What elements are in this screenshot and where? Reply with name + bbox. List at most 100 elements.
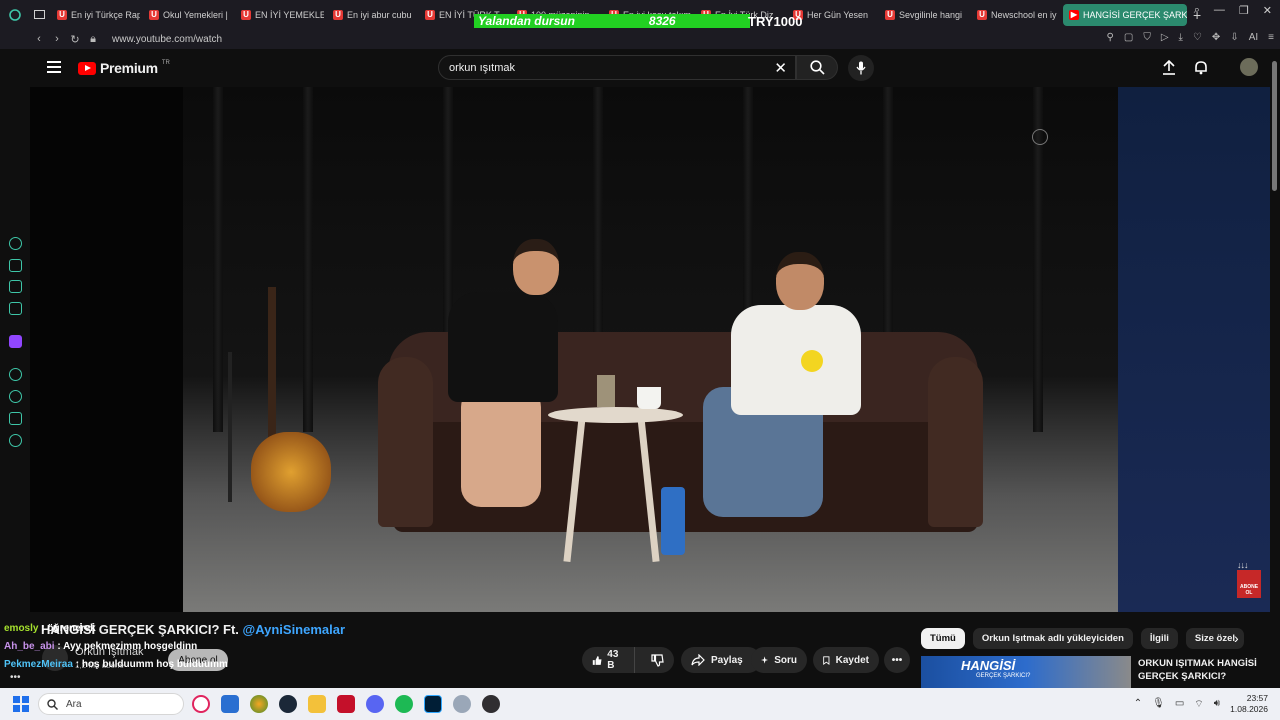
windows-taskbar: Ara ⌃ 🎙︎ ▭ ⌔ 🔊︎ 23:57 1.08.2026 [0, 688, 1280, 720]
search-icon [809, 60, 825, 75]
play-icon[interactable]: ▷ [1161, 32, 1169, 43]
volume-icon[interactable]: 🔊︎ [1214, 698, 1220, 711]
clear-search-icon[interactable]: ✕ [774, 59, 787, 77]
windows-start-icon[interactable] [13, 696, 29, 712]
lock-icon: 🔒︎ [90, 32, 96, 45]
window-controls: ⌕ — ❐ ✕ [1194, 4, 1272, 17]
twitch-icon[interactable] [9, 335, 22, 348]
browser-tab-active[interactable]: ▶ HANGİSİ GERÇEK ŞARK [1063, 3, 1187, 26]
messenger-icon[interactable] [9, 302, 22, 315]
channel-watermark-icon[interactable] [1032, 129, 1048, 145]
recommended-thumbnail[interactable]: HANGİSİ GERÇEK ŞARKICI? [921, 656, 1131, 688]
pin-icon[interactable]: ⚲ [1107, 32, 1114, 43]
mention-link[interactable]: @AyniSinemalar [243, 622, 346, 637]
heart-icon[interactable]: ♡ [1193, 32, 1202, 43]
share-icon [691, 654, 705, 666]
search-button[interactable] [796, 55, 838, 80]
dislike-button[interactable] [641, 647, 674, 673]
game-app-icon[interactable] [250, 695, 268, 713]
minimize-icon[interactable]: — [1214, 4, 1225, 17]
notifications-bell-icon[interactable] [1194, 60, 1208, 75]
browser-tab[interactable]: U En iyi Türkçe Rap [51, 4, 140, 26]
donation-alert-bar: Yalandan dursun 8326 [474, 14, 750, 28]
browser-tab[interactable]: U Newschool en iy [971, 4, 1060, 26]
ai-icon[interactable]: AI [1249, 32, 1258, 43]
recommended-title[interactable]: ORKUN IŞITMAK HANGİSİ GERÇEK ŞARKICI? [1138, 657, 1263, 683]
close-window-icon[interactable]: ✕ [1263, 4, 1272, 17]
voice-search-button[interactable] [848, 55, 874, 81]
donation-id: 8326 [648, 14, 676, 28]
shield-icon[interactable]: ⛉ [1143, 32, 1151, 43]
taskbar-search[interactable]: Ara [38, 693, 184, 715]
extensions-icon[interactable]: ✥ [1212, 32, 1220, 43]
account-avatar[interactable] [1240, 58, 1258, 76]
youtube-favicon: ▶ [1069, 9, 1079, 20]
taskbar-clock[interactable]: 23:57 1.08.2026 [1230, 693, 1268, 715]
page-scrollbar[interactable] [1270, 49, 1280, 688]
player-icon[interactable] [9, 368, 22, 381]
video-player[interactable] [183, 87, 1118, 612]
guide-menu-icon[interactable] [47, 61, 61, 73]
chip-all[interactable]: Tümü [921, 628, 965, 649]
forward-icon[interactable]: › [48, 33, 66, 45]
store-app-icon[interactable] [221, 695, 239, 713]
browser-tab[interactable]: U Sevgilinle hangi [879, 4, 968, 26]
scrollbar-thumb[interactable] [1272, 61, 1277, 191]
wifi-icon[interactable]: ⌔ [1194, 698, 1203, 711]
steam-app-icon[interactable] [279, 695, 297, 713]
browser-tab[interactable]: U Okul Yemekleri | [143, 4, 232, 26]
tab-favicon: U [425, 9, 435, 20]
tab-menu-icon[interactable] [30, 0, 48, 29]
url-field[interactable]: www.youtube.com/watch [112, 34, 222, 45]
iced-coffee-glass [597, 375, 615, 407]
back-icon[interactable]: ‹ [30, 33, 48, 45]
snapshot-icon[interactable]: ▢ [1124, 32, 1133, 43]
chevron-right-icon[interactable]: › [1234, 630, 1239, 646]
chip-from-uploader[interactable]: Orkun Işıtmak adlı yükleyiciden [972, 628, 1133, 649]
mic-tray-icon[interactable]: 🎙︎ [1152, 698, 1165, 711]
subscribe-badge[interactable]: ABONE OL [1237, 570, 1261, 598]
browser-tab[interactable]: U En iyi abur cubu [327, 4, 416, 26]
opera-gx-app-icon[interactable] [192, 695, 210, 713]
restore-icon[interactable]: ❐ [1239, 4, 1249, 17]
settings-icon[interactable] [9, 434, 22, 447]
guitar-stand [228, 352, 232, 502]
subscribe-arrows-icon: ↓↓↓ [1237, 560, 1248, 570]
youtube-play-icon [78, 61, 96, 75]
menu-icon[interactable]: ≡ [1268, 32, 1274, 43]
upload-icon[interactable] [1162, 59, 1176, 75]
bookmark-icon[interactable]: ⇩ [1230, 32, 1238, 43]
share-button[interactable]: Paylaş [681, 647, 761, 673]
speed-dial-icon[interactable] [9, 237, 22, 250]
download-icon[interactable]: ⤓ [1179, 32, 1183, 43]
tray-chevron-icon[interactable]: ⌃ [1134, 698, 1142, 711]
chip-related[interactable]: İlgili [1140, 628, 1178, 649]
curtain [213, 87, 223, 432]
gx-corner-icon[interactable] [9, 280, 22, 293]
more-actions-button[interactable]: ••• [884, 647, 910, 673]
adobe-app-icon[interactable] [337, 695, 355, 713]
search-input[interactable]: orkun ışıtmak ✕ [438, 55, 796, 80]
search-tabs-icon[interactable]: ⌕ [1194, 4, 1200, 17]
youtube-premium-logo[interactable]: Premium TR [78, 60, 170, 76]
extensions-sidebar-icon[interactable] [9, 412, 22, 425]
gx-control-icon[interactable] [9, 259, 22, 272]
reload-icon[interactable]: ↻ [66, 33, 84, 46]
photoshop-app-icon[interactable] [424, 695, 442, 713]
opera-gx-icon[interactable] [0, 0, 30, 29]
save-button[interactable]: Kaydet [813, 647, 879, 673]
mic-icon [856, 61, 866, 75]
discord-app-icon[interactable] [366, 695, 384, 713]
settings-app-icon[interactable] [453, 695, 471, 713]
ask-button[interactable]: Soru [751, 647, 807, 673]
more-horizontal-icon: ••• [891, 654, 903, 666]
browser-tab[interactable]: U EN İYİ YEMEKLE [235, 4, 324, 26]
bookmark-save-icon [823, 655, 830, 665]
spotify-app-icon[interactable] [395, 695, 413, 713]
obs-app-icon[interactable] [482, 695, 500, 713]
file-explorer-icon[interactable] [308, 695, 326, 713]
display-tray-icon[interactable]: ▭ [1175, 698, 1184, 711]
like-button[interactable]: 43 B [582, 647, 635, 673]
water-bottle [661, 487, 685, 555]
history-icon[interactable] [9, 390, 22, 403]
